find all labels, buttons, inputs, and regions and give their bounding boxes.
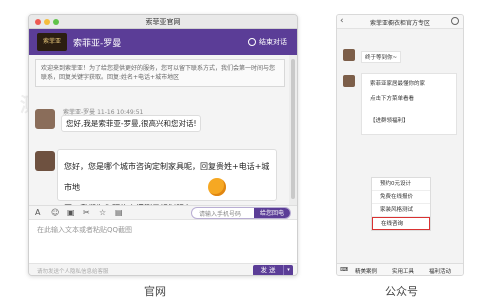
- chat-header: 索菲亚 索菲亚-罗曼 结束对话: [29, 29, 297, 55]
- tab-benefits[interactable]: 福利活动: [429, 267, 451, 275]
- tab-tools[interactable]: 实用工具: [392, 267, 414, 275]
- smiley-emoji-icon: [208, 178, 226, 196]
- send-label: 发 送: [260, 266, 276, 274]
- screenshot-stage: 测试 测试 测试 测试 测试 测试 测试 测试 索菲亚官网 索菲亚 索菲亚-罗曼…: [0, 0, 499, 306]
- menu-item-quote[interactable]: 免费在线报价: [372, 191, 430, 204]
- caption-website: 官网: [144, 285, 166, 298]
- website-chat-window: 索菲亚官网 索菲亚 索菲亚-罗曼 结束对话 欢迎来到索菲亚！为了给您提供更好的服…: [28, 14, 298, 276]
- keyboard-icon[interactable]: ⌨: [340, 267, 348, 273]
- welcome-notice: 欢迎来到索菲亚！为了给您提供更好的服务，您可以留下联系方式，我们会第一时间与您联…: [35, 59, 285, 87]
- chevron-down-icon[interactable]: ▾: [283, 265, 293, 275]
- end-chat-button[interactable]: 结束对话: [248, 37, 287, 47]
- input-toolbar: A ☺ ▣ ✂ ☆ ▤ 请输入手机号码 给您回电: [29, 205, 297, 219]
- greeting-message: 索菲亚-罗曼 11-16 10:49:51 您好,我是索菲亚-罗曼,很高兴和您对…: [35, 107, 285, 143]
- chat-scrollbar[interactable]: [289, 55, 297, 205]
- brand-logo: 索菲亚: [37, 33, 67, 51]
- agent-name: 索菲亚-罗曼: [73, 39, 122, 49]
- window-titlebar: 索菲亚官网: [29, 15, 297, 29]
- callback-button[interactable]: 给您回电: [254, 208, 290, 218]
- message-list[interactable]: 欢迎来到索菲亚！为了给您提供更好的服务，您可以留下联系方式，我们会第一时间与您联…: [29, 55, 291, 213]
- greeting-bubble: 终于等到你~: [361, 51, 402, 63]
- info-line: 点击下方菜单看看: [370, 96, 415, 102]
- caption-wechat: 公众号: [385, 285, 418, 298]
- star-icon[interactable]: ☆: [99, 208, 106, 217]
- account-avatar: [343, 49, 355, 61]
- send-button[interactable]: 发 送 ▾: [253, 265, 293, 275]
- tab-cases[interactable]: 精美案例: [355, 267, 377, 275]
- menu-item-style-test[interactable]: 家装风格测试: [372, 204, 430, 217]
- info-bubble: 索菲亚家居最懂你的家 点击下方菜单看看 【进群领福利】: [361, 73, 457, 135]
- message-bubble: 您好，您是哪个城市咨询定制家具呢，回复贵姓+电话+城市地 区，我们为您预约上门测…: [57, 149, 277, 213]
- phone-input[interactable]: 请输入手机号码: [199, 209, 241, 218]
- phone-tab-bar: ⌨ 精美案例 实用工具 福利活动: [337, 263, 463, 275]
- image-icon[interactable]: ▣: [67, 208, 75, 217]
- font-icon[interactable]: A: [35, 208, 40, 217]
- agent-avatar: [35, 151, 55, 171]
- message-bubble: 您好,我是索菲亚-罗曼,很高兴和您对话!: [61, 115, 202, 132]
- privacy-note: 请勿发送个人隐私信息给客服: [37, 269, 109, 275]
- file-icon[interactable]: ▤: [115, 208, 123, 217]
- agent-avatar: [35, 109, 55, 129]
- message-input[interactable]: 在此输入文本或者粘贴QQ截图: [29, 219, 297, 263]
- input-placeholder: 在此输入文本或者粘贴QQ截图: [37, 226, 133, 234]
- wechat-phone-screen: ‹ 索菲亚橱衣柜官方专区 终于等到你~ 索菲亚家居最懂你的家 点击下方菜单看看 …: [336, 14, 464, 276]
- power-icon: [248, 38, 256, 46]
- callback-form: 请输入手机号码 给您回电: [191, 207, 291, 219]
- info-line: 索菲亚家居最懂你的家: [370, 81, 426, 87]
- menu-item-design[interactable]: 预约0元设计: [372, 178, 430, 191]
- profile-icon[interactable]: [451, 17, 459, 25]
- info-line[interactable]: 【进群领福利】: [370, 116, 409, 124]
- popup-menu: 预约0元设计 免费在线报价 家装风格测试 在线咨询: [371, 177, 431, 231]
- account-avatar: [343, 75, 355, 87]
- scissors-icon[interactable]: ✂: [83, 208, 90, 217]
- input-footer: 请勿发送个人隐私信息给客服 发 送 ▾: [29, 263, 297, 275]
- window-title: 索菲亚官网: [145, 18, 181, 26]
- emoji-icon[interactable]: ☺: [51, 208, 59, 217]
- phone-title: 索菲亚橱衣柜官方专区: [369, 20, 430, 27]
- end-chat-label: 结束对话: [259, 38, 287, 46]
- menu-item-online-consult[interactable]: 在线咨询: [372, 217, 430, 230]
- message-line: 您好，您是哪个城市咨询定制家具呢，回复贵姓+电话+城市地: [64, 162, 270, 192]
- phone-header: ‹ 索菲亚橱衣柜官方专区: [337, 15, 463, 29]
- scrollbar-thumb[interactable]: [291, 59, 295, 199]
